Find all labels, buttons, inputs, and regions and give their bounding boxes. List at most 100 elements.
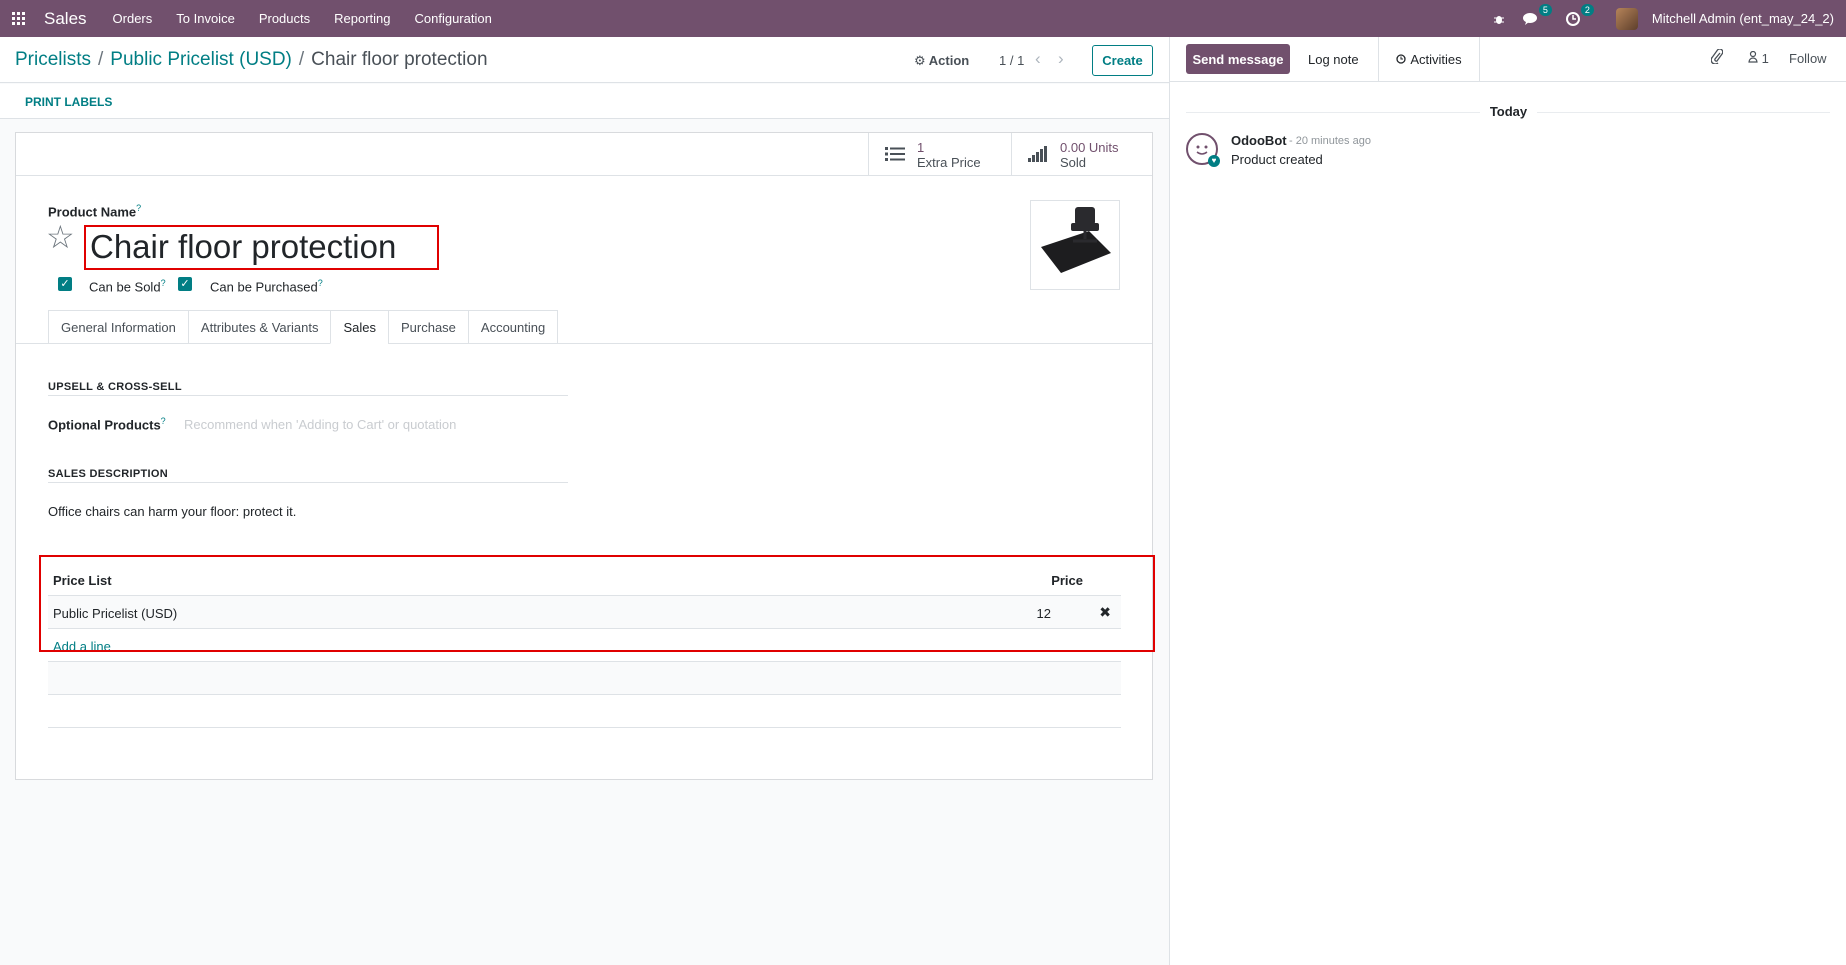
menu-products[interactable]: Products [247, 11, 322, 26]
signal-bars-icon [1028, 142, 1050, 168]
tab-sales[interactable]: Sales [330, 310, 388, 344]
section-divider [48, 395, 568, 396]
price-cell[interactable]: 12 [1037, 606, 1051, 621]
sales-description-field[interactable]: Office chairs can harm your floor: prote… [48, 504, 296, 519]
chatter-topbar: Send message Log note Activities 1 Follo… [1170, 37, 1846, 82]
optional-products-input[interactable]: Recommend when 'Adding to Cart' or quota… [184, 417, 456, 432]
action-label: Action [928, 53, 970, 68]
user-icon [1748, 50, 1762, 66]
action-menu-button[interactable]: ⚙ Action [914, 53, 969, 69]
can-be-sold-label: Can be Sold? [89, 278, 166, 294]
activities-button[interactable]: Activities [1378, 37, 1480, 82]
table-header-row: Price List Price [48, 563, 1121, 596]
sales-description-title: SALES DESCRIPTION [48, 468, 169, 480]
chatter-panel: Send message Log note Activities 1 Follo… [1169, 37, 1846, 965]
breadcrumb: Pricelists / Public Pricelist (USD) / Ch… [15, 49, 488, 71]
followers-button[interactable]: 1 [1748, 50, 1769, 66]
menu-orders[interactable]: Orders [101, 11, 165, 26]
add-line-row: Add a line [48, 629, 1121, 662]
top-navbar: Sales Orders To Invoice Products Reporti… [0, 0, 1846, 37]
paperclip-icon[interactable] [1710, 48, 1724, 68]
can-be-purchased-checkbox[interactable]: ✓ [178, 277, 192, 291]
empty-table-row [48, 695, 1121, 728]
message-author[interactable]: OdooBot [1231, 133, 1287, 148]
optional-products-label: Optional Products? [48, 416, 166, 432]
units-sold-value: 0.00 Units [1060, 139, 1119, 155]
messages-icon[interactable]: 5 [1522, 3, 1552, 28]
product-name-field[interactable]: Chair floor protection [84, 225, 439, 270]
empty-table-row [48, 662, 1121, 695]
delete-row-icon[interactable]: ✖ [1099, 604, 1111, 621]
extra-price-stat-text: 1 Extra Price [917, 140, 981, 170]
clock-icon [1396, 52, 1406, 67]
date-separator: Today [1170, 104, 1846, 119]
print-labels-button[interactable]: PRINT LABELS [25, 95, 112, 109]
help-tooltip-icon[interactable]: ? [318, 278, 323, 288]
odoobot-avatar[interactable]: ♥ [1186, 133, 1220, 167]
can-be-sold-label-text: Can be Sold [89, 279, 161, 295]
main-menu: Orders To Invoice Products Reporting Con… [101, 11, 504, 26]
can-be-sold-checkbox[interactable]: ✓ [58, 277, 72, 291]
units-sold-stat-text: 0.00 Units Sold [1060, 140, 1119, 170]
user-menu[interactable]: Mitchell Admin (ent_may_24_2) [1652, 11, 1834, 26]
breadcrumb-pricelists[interactable]: Pricelists [15, 49, 91, 71]
date-separator-label: Today [1479, 104, 1538, 119]
activities-count-badge: 2 [1580, 3, 1594, 16]
units-sold-stat-button[interactable]: 0.00 Units Sold [1011, 133, 1152, 176]
table-row[interactable]: Public Pricelist (USD) 12 ✖ [48, 596, 1121, 629]
breadcrumb-current: Chair floor protection [311, 49, 488, 70]
favorite-star-icon[interactable]: ☆ [46, 221, 75, 253]
tab-purchase[interactable]: Purchase [387, 310, 468, 344]
control-panel: Pricelists / Public Pricelist (USD) / Ch… [0, 37, 1169, 83]
activities-clock-icon[interactable]: 2 [1564, 3, 1594, 28]
menu-to-invoice[interactable]: To Invoice [164, 11, 247, 26]
breadcrumb-separator: / [98, 49, 104, 70]
menu-configuration[interactable]: Configuration [403, 11, 504, 26]
tab-accounting[interactable]: Accounting [467, 310, 559, 344]
notebook-tabs: General Information Attributes & Variant… [48, 310, 559, 344]
message-timestamp: - 20 minutes ago [1289, 135, 1371, 147]
optional-products-label-text: Optional Products [48, 417, 161, 433]
navbar-systray: 5 2 Mitchell Admin (ent_may_24_2) [1490, 0, 1834, 37]
product-name-label: Product Name? [48, 203, 141, 219]
messages-count-badge: 5 [1538, 3, 1552, 16]
column-header-price-list[interactable]: Price List [53, 573, 112, 588]
breadcrumb-separator: / [298, 49, 305, 70]
gear-icon: ⚙ [914, 53, 926, 68]
breadcrumb-public-pricelist[interactable]: Public Pricelist (USD) [110, 49, 292, 71]
section-divider [48, 482, 568, 483]
bug-icon[interactable] [1490, 10, 1508, 28]
can-be-purchased-label-text: Can be Purchased [210, 279, 318, 295]
user-avatar[interactable] [1615, 7, 1638, 30]
menu-reporting[interactable]: Reporting [322, 11, 402, 26]
form-statusbar: PRINT LABELS [0, 84, 1169, 119]
can-be-purchased-label: Can be Purchased? [210, 278, 323, 294]
app-name[interactable]: Sales [44, 9, 87, 29]
help-tooltip-icon[interactable]: ? [136, 203, 141, 213]
help-tooltip-icon[interactable]: ? [161, 278, 166, 288]
extra-price-value: 1 [917, 139, 925, 155]
create-button[interactable]: Create [1092, 45, 1153, 76]
tab-attributes-variants[interactable]: Attributes & Variants [187, 310, 331, 344]
activities-label: Activities [1410, 52, 1462, 67]
tab-general-information[interactable]: General Information [48, 310, 188, 344]
apps-menu-icon[interactable] [12, 11, 26, 26]
send-message-button[interactable]: Send message [1186, 44, 1290, 74]
extra-price-stat-button[interactable]: 1 Extra Price [868, 133, 1011, 176]
follow-button[interactable]: Follow [1789, 51, 1827, 66]
column-header-price[interactable]: Price [1051, 573, 1083, 588]
message-body: Product created [1231, 152, 1323, 167]
product-image[interactable] [1030, 200, 1120, 290]
help-tooltip-icon[interactable]: ? [161, 416, 166, 426]
form-sheet: 1 Extra Price 0.00 Units Sold Product Na… [15, 132, 1155, 780]
units-sold-label: Sold [1060, 154, 1087, 170]
list-icon [885, 142, 907, 168]
pager-previous-icon[interactable]: ‹ [1035, 49, 1041, 69]
pager-value[interactable]: 1 / 1 [999, 53, 1024, 68]
heart-icon: ♥ [1208, 155, 1220, 167]
pager-next-icon[interactable]: › [1058, 49, 1064, 69]
add-a-line-link[interactable]: Add a line [53, 639, 111, 654]
upsell-section-title: UPSELL & CROSS-SELL [48, 381, 182, 393]
log-note-button[interactable]: Log note [1308, 52, 1359, 67]
pricelist-cell[interactable]: Public Pricelist (USD) [53, 606, 177, 621]
